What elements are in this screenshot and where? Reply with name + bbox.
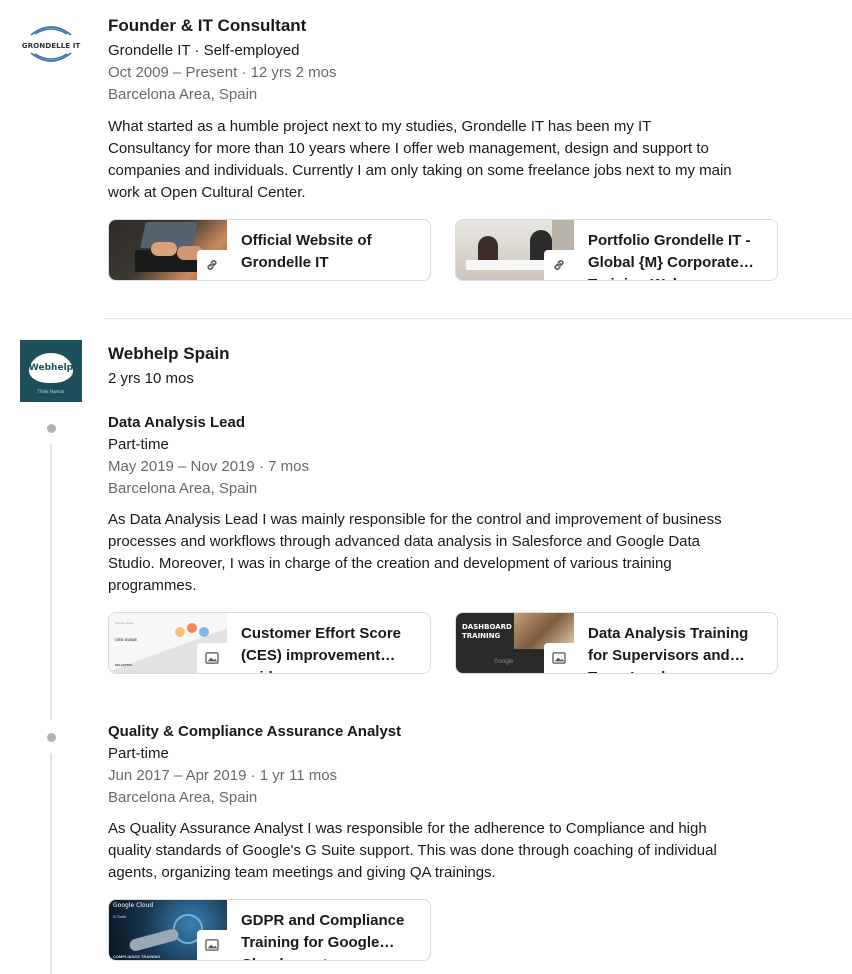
media-title: Customer Effort Score (CES) improvement … (241, 625, 402, 673)
thumb-text: Google (494, 659, 514, 665)
webhelp-logo-text: Webhelp (28, 362, 74, 373)
thumb-text: SELLBYTEL (115, 663, 133, 667)
position-description: What started as a humble project next to… (108, 116, 808, 204)
grondelle-logo-text: GRONDELLE IT (22, 41, 81, 50)
description-line: As Data Analysis Lead I was mainly respo… (108, 511, 722, 528)
timeline-line (50, 753, 52, 974)
media-card[interactable]: Google Cloud CES GUIDE SELLBYTEL Custome… (108, 612, 431, 674)
thumb-text: G Suite (113, 914, 127, 919)
media-thumbnail: DASHBOARD TRAINING Google (456, 613, 574, 673)
media-thumbnail: Google Cloud G Suite COMPLIANCE TRAINING (109, 900, 227, 960)
description-line: Studio. Moreover, I was in charge of the… (108, 555, 672, 572)
description-line: Consultancy for more than 10 years where… (108, 140, 709, 157)
location: Barcelona Area, Spain (108, 480, 258, 497)
media-title: GDPR and Compliance Training for Google … (241, 912, 405, 960)
duration: · 12 yrs 2 mos (241, 64, 337, 81)
media-card[interactable]: Portfolio Grondelle IT - Global {M} Corp… (455, 219, 778, 281)
thumb-text: COMPLIANCE TRAINING (113, 954, 161, 959)
role-title[interactable]: Quality & Compliance Assurance Analyst (108, 723, 401, 740)
description-line: As Quality Assurance Analyst I was respo… (108, 820, 707, 837)
media-title: Portfolio Grondelle IT - Global {M} Corp… (588, 232, 751, 280)
image-icon (197, 643, 227, 673)
description-line: quality standards of Google's G Suite su… (108, 842, 717, 859)
image-icon (197, 930, 227, 960)
timeline-line (50, 444, 52, 720)
thumb-text-line: DASHBOARD (462, 623, 512, 631)
location: Barcelona Area, Spain (108, 86, 258, 103)
dates: Jun 2017 – Apr 2019 (108, 767, 247, 784)
thumb-text: CES GUIDE (115, 637, 138, 642)
employment-type: Part-time (108, 745, 169, 762)
description-line: companies and individuals. Currently I a… (108, 162, 732, 179)
role-title[interactable]: Data Analysis Lead (108, 414, 245, 431)
media-thumbnail: Google Cloud CES GUIDE SELLBYTEL (109, 613, 227, 673)
description-line: work at Open Cultural Center. (108, 184, 306, 201)
employment-type: Part-time (108, 436, 169, 453)
date-range: Oct 2009 – Present · 12 yrs 2 mos (108, 64, 336, 81)
webhelp-logo-tagline: Think Human (37, 388, 65, 394)
description-line: processes and workflows through advanced… (108, 533, 701, 550)
grondelle-logo[interactable]: GRONDELLE IT (20, 20, 82, 68)
duration: · 7 mos (258, 458, 309, 475)
dates: May 2019 – Nov 2019 (108, 458, 255, 475)
thumb-text: Google Cloud (113, 902, 154, 909)
company-name[interactable]: Webhelp Spain (108, 344, 230, 364)
media-thumbnail (456, 220, 574, 280)
position-title[interactable]: Founder & IT Consultant (108, 16, 306, 36)
thumb-text-line: TRAINING (462, 632, 501, 640)
company-line: Grondelle IT · Self-employed (108, 42, 300, 59)
image-icon (544, 643, 574, 673)
description-line: agents, organizing team meetings and giv… (108, 864, 496, 881)
location: Barcelona Area, Spain (108, 789, 258, 806)
description-line: programmes. (108, 577, 197, 594)
media-title: Official Website of Grondelle IT (241, 232, 372, 271)
company-total-duration: 2 yrs 10 mos (108, 370, 194, 387)
role-description: As Data Analysis Lead I was mainly respo… (108, 509, 808, 597)
media-title: Data Analysis Training for Supervisors a… (588, 625, 749, 673)
webhelp-logo-mark: Webhelp (28, 352, 74, 383)
media-card[interactable]: DASHBOARD TRAINING Google Data Analysis … (455, 612, 778, 674)
date-range: May 2019 – Nov 2019 · 7 mos (108, 458, 309, 475)
thumb-text: Google Cloud (115, 621, 134, 625)
section-divider (104, 318, 852, 319)
description-line: What started as a humble project next to… (108, 118, 652, 135)
media-card[interactable]: Official Website of Grondelle IT (108, 219, 431, 281)
webhelp-logo[interactable]: Webhelp Think Human (20, 340, 82, 402)
link-icon (197, 250, 227, 280)
media-card[interactable]: Google Cloud G Suite COMPLIANCE TRAINING… (108, 899, 431, 961)
role-description: As Quality Assurance Analyst I was respo… (108, 818, 808, 884)
timeline-dot (47, 733, 56, 742)
duration: · 1 yr 11 mos (250, 767, 338, 784)
grondelle-logo-mark: GRONDELLE IT (22, 26, 81, 62)
link-icon (544, 250, 574, 280)
media-thumbnail (109, 220, 227, 280)
timeline-dot (47, 424, 56, 433)
dates: Oct 2009 – Present (108, 64, 238, 81)
thumb-text: DASHBOARD TRAINING (462, 623, 512, 641)
date-range: Jun 2017 – Apr 2019 · 1 yr 11 mos (108, 767, 337, 784)
